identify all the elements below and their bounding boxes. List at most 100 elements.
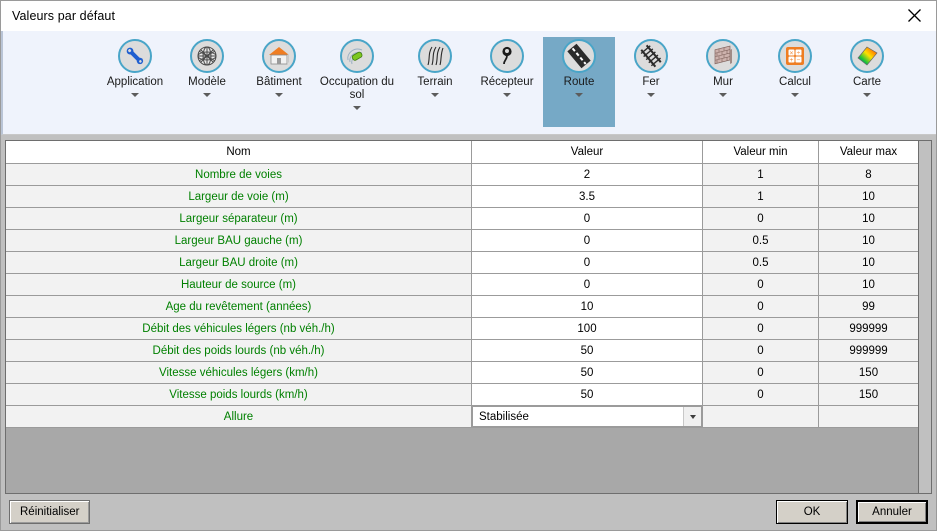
chevron-down-icon[interactable]: [431, 93, 439, 97]
vertical-scrollbar[interactable]: [918, 141, 932, 493]
parameter-min-cell: 0: [703, 208, 819, 229]
parameter-value-cell[interactable]: 0: [472, 274, 703, 295]
parameter-max-cell: 150: [819, 362, 918, 383]
column-header[interactable]: Valeur: [472, 141, 703, 163]
titlebar: Valeurs par défaut: [1, 1, 936, 31]
parameter-name-cell: Allure: [6, 406, 472, 427]
parameter-name-cell: Vitesse véhicules légers (km/h): [6, 362, 472, 383]
column-header[interactable]: Valeur max: [819, 141, 918, 163]
chevron-down-icon[interactable]: [203, 93, 211, 97]
ribbon-tab-mur[interactable]: Mur: [687, 37, 759, 127]
chevron-down-icon[interactable]: [719, 93, 727, 97]
chevron-down-icon[interactable]: [683, 407, 701, 426]
parameter-min-cell: [703, 406, 819, 427]
parameter-value-cell[interactable]: 3.5: [472, 186, 703, 207]
table-row: Largeur de voie (m) 3.5 1 10: [6, 186, 918, 208]
parameter-name-cell: Hauteur de source (m): [6, 274, 472, 295]
table-row: Vitesse véhicules légers (km/h) 50 0 150: [6, 362, 918, 384]
parameter-value-cell[interactable]: 100: [472, 318, 703, 339]
parameter-value-cell[interactable]: 50: [472, 362, 703, 383]
parameter-min-cell: 0.5: [703, 252, 819, 273]
table-row: Hauteur de source (m) 0 0 10: [6, 274, 918, 296]
chevron-down-icon[interactable]: [575, 93, 583, 97]
parameter-min-cell: 0: [703, 318, 819, 339]
parameter-min-cell: 0.5: [703, 230, 819, 251]
parameter-name-cell: Largeur BAU droite (m): [6, 252, 472, 273]
ribbon-tab-carte[interactable]: Carte: [831, 37, 903, 127]
parameter-min-cell: 1: [703, 164, 819, 185]
allure-select-value: Stabilisée: [479, 410, 529, 423]
ribbon-tab-calcul[interactable]: × ÷ + − Calcul: [759, 37, 831, 127]
dialog-footer: Réinitialiser OK Annuler: [1, 494, 936, 530]
parameter-min-cell: 0: [703, 384, 819, 405]
allure-select[interactable]: Stabilisée: [472, 406, 702, 427]
contours-icon: [418, 39, 452, 73]
window-title: Valeurs par défaut: [12, 8, 116, 23]
parameter-value-cell[interactable]: 0: [472, 252, 703, 273]
ribbon-tab-occupation-du-sol[interactable]: Occupation du sol: [315, 37, 399, 127]
default-values-dialog: Valeurs par défaut Application Modèle Bâti…: [0, 0, 937, 531]
parameter-value-cell[interactable]: 0: [472, 208, 703, 229]
ribbon-tab-r-cepteur[interactable]: Récepteur: [471, 37, 543, 127]
ribbon-tab-mod-le[interactable]: Modèle: [171, 37, 243, 127]
ribbon-tab-label: Terrain: [417, 76, 453, 88]
chevron-down-icon[interactable]: [863, 93, 871, 97]
ribbon-tab-b-timent[interactable]: Bâtiment: [243, 37, 315, 127]
colormap-icon: [850, 39, 884, 73]
chevron-down-icon[interactable]: [647, 93, 655, 97]
svg-text:×: ×: [789, 50, 793, 56]
reset-button[interactable]: Réinitialiser: [9, 500, 91, 524]
table-row: Débit des véhicules légers (nb véh./h) 10…: [6, 318, 918, 340]
chevron-down-icon[interactable]: [131, 93, 139, 97]
parameter-value-select-cell[interactable]: Stabilisée: [472, 406, 703, 427]
parameter-max-cell: 999999: [819, 318, 918, 339]
table-row: Vitesse poids lourds (km/h) 50 0 150: [6, 384, 918, 406]
ribbon-tab-terrain[interactable]: Terrain: [399, 37, 471, 127]
landuse-icon: [340, 39, 374, 73]
ribbon-tab-label: Modèle: [188, 76, 226, 88]
railway-icon: [634, 39, 668, 73]
parameter-max-cell: 10: [819, 252, 918, 273]
parameter-max-cell: 99: [819, 296, 918, 317]
ribbon-tab-application[interactable]: Application: [99, 37, 171, 127]
ribbon-tab-fer[interactable]: Fer: [615, 37, 687, 127]
svg-text:÷: ÷: [796, 50, 800, 56]
parameter-min-cell: 0: [703, 274, 819, 295]
parameters-grid-container: Nom Valeur Valeur min Valeur max Nombre de v…: [5, 140, 932, 494]
chevron-down-icon[interactable]: [791, 93, 799, 97]
brickwall-icon: [706, 39, 740, 73]
ribbon-tab-label: Route: [563, 76, 595, 88]
column-header[interactable]: Valeur min: [703, 141, 819, 163]
parameter-max-cell: 8: [819, 164, 918, 185]
chevron-down-icon[interactable]: [275, 93, 283, 97]
close-icon[interactable]: [892, 2, 936, 30]
column-header[interactable]: Nom: [6, 141, 472, 163]
parameter-value-cell[interactable]: 2: [472, 164, 703, 185]
table-header-row: Nom Valeur Valeur min Valeur max: [6, 141, 918, 164]
parameter-value-cell[interactable]: 10: [472, 296, 703, 317]
chevron-down-icon[interactable]: [353, 106, 361, 110]
table-row: Largeur BAU droite (m) 0 0.5 10: [6, 252, 918, 274]
ok-button[interactable]: OK: [776, 500, 848, 524]
parameter-name-cell: Largeur BAU gauche (m): [6, 230, 472, 251]
parameter-name-cell: Largeur de voie (m): [6, 186, 472, 207]
microphone-icon: [490, 39, 524, 73]
chevron-down-icon[interactable]: [503, 93, 511, 97]
parameter-value-cell[interactable]: 50: [472, 384, 703, 405]
parameter-max-cell: 10: [819, 186, 918, 207]
ribbon-tab-route[interactable]: Route: [543, 37, 615, 127]
parameter-name-cell: Age du revêtement (années): [6, 296, 472, 317]
parameter-value-cell[interactable]: 0: [472, 230, 703, 251]
ribbon-tab-label: Mur: [713, 76, 733, 88]
category-ribbon: Application Modèle Bâtiment Occupation du s…: [1, 31, 936, 135]
parameter-name-cell: Nombre de voies: [6, 164, 472, 185]
table-row: Nombre de voies 2 1 8: [6, 164, 918, 186]
cancel-button[interactable]: Annuler: [856, 500, 928, 524]
parameter-min-cell: 1: [703, 186, 819, 207]
parameter-value-cell[interactable]: 50: [472, 340, 703, 361]
table-row: Débit des poids lourds (nb véh./h) 50 0 999…: [6, 340, 918, 362]
ribbon-tab-label: Occupation du sol: [319, 76, 395, 101]
ribbon-tab-label: Bâtiment: [256, 76, 302, 88]
parameter-name-cell: Débit des véhicules légers (nb véh./h): [6, 318, 472, 339]
table-row: Largeur BAU gauche (m) 0 0.5 10: [6, 230, 918, 252]
